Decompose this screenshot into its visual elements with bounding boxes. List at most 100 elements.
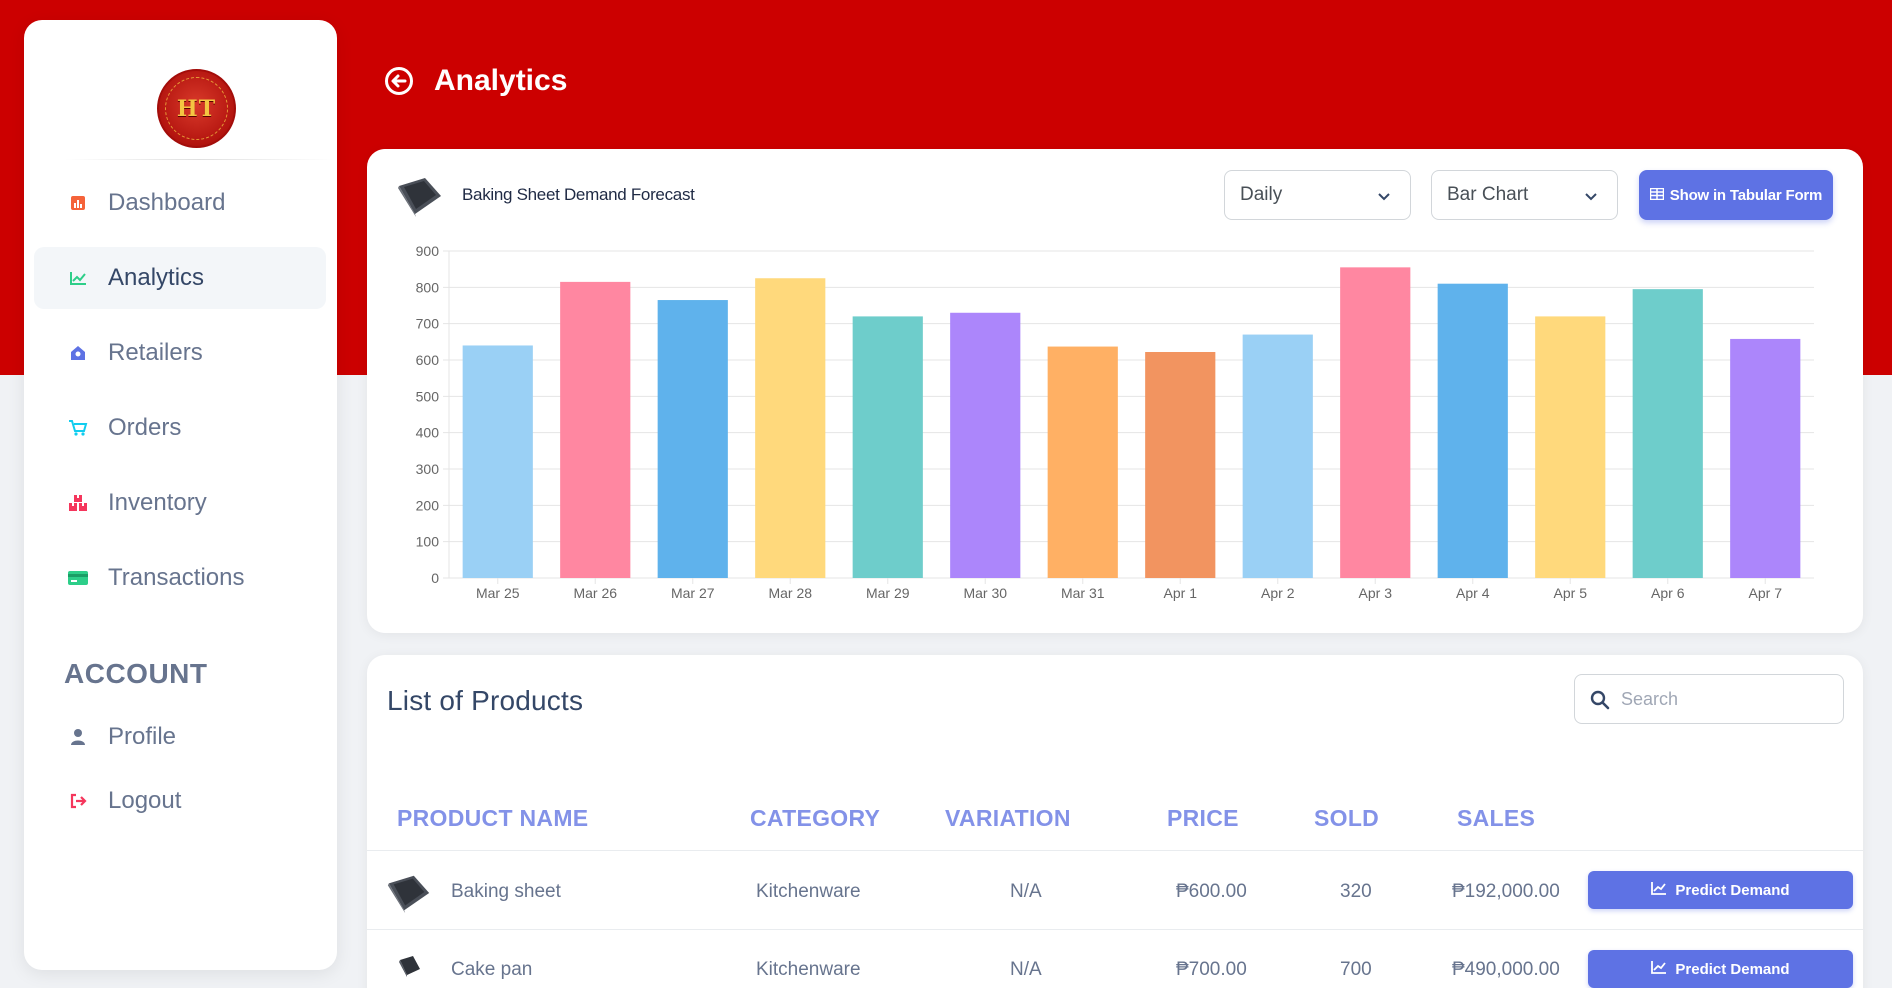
predict-demand-button[interactable]: Predict Demand	[1588, 950, 1853, 988]
column-header-category: CATEGORY	[750, 805, 881, 831]
bar-apr-5	[1535, 316, 1606, 578]
x-tick-label: Apr 3	[1359, 585, 1393, 601]
y-tick-label: 200	[416, 497, 440, 513]
demand-forecast-card: Baking Sheet Demand Forecast Daily Bar C…	[367, 149, 1863, 633]
line-chart-icon	[66, 266, 90, 290]
sidebar-item-label: Dashboard	[108, 189, 226, 216]
products-card: List of Products PRODUCT NAME CATEGORY V…	[367, 655, 1863, 988]
bar-apr-7	[1730, 338, 1801, 578]
sidebar-item-retailers[interactable]: Retailers	[34, 322, 326, 384]
bar-mar-31	[1047, 346, 1118, 578]
x-tick-label: Apr 1	[1164, 585, 1198, 601]
y-tick-label: 100	[416, 534, 440, 550]
boxes-icon	[66, 491, 90, 515]
bar-mar-25	[462, 345, 533, 578]
cake-pan-thumbnail	[397, 953, 423, 984]
company-logo[interactable]: HT	[157, 69, 236, 148]
x-tick-label: Apr 4	[1456, 585, 1490, 601]
row-divider	[367, 929, 1863, 930]
x-tick-label: Mar 26	[573, 585, 617, 601]
sidebar-item-dashboard[interactable]: Dashboard	[34, 172, 326, 234]
product-category: Kitchenware	[756, 959, 861, 980]
product-price: ₱700.00	[1176, 959, 1247, 980]
bar-mar-27	[657, 300, 728, 578]
bar-mar-28	[755, 278, 826, 578]
sidebar-item-label: Orders	[108, 414, 182, 441]
y-tick-label: 600	[416, 352, 440, 368]
product-sold: 700	[1340, 959, 1372, 980]
bar-apr-6	[1632, 289, 1703, 578]
x-tick-label: Apr 5	[1554, 585, 1588, 601]
sidebar-item-orders[interactable]: Orders	[34, 397, 326, 459]
sidebar-item-transactions[interactable]: Transactions	[34, 547, 326, 609]
bar-chart-icon	[66, 191, 90, 215]
x-tick-label: Mar 31	[1061, 585, 1105, 601]
user-icon	[66, 725, 90, 749]
y-tick-label: 900	[416, 243, 440, 259]
sidebar-item-label: Logout	[108, 787, 182, 814]
sidebar-item-label: Analytics	[108, 264, 205, 291]
search-input[interactable]	[1621, 675, 1836, 723]
sidebar-item-label: Retailers	[108, 339, 203, 366]
product-category: Kitchenware	[756, 881, 861, 902]
cart-icon	[66, 416, 90, 440]
sidebar-item-label: Transactions	[108, 564, 245, 591]
x-tick-label: Mar 27	[671, 585, 715, 601]
demand-bar-chart: 0 100 200 300 400 500 600 700 800 900 Mar 25 Mar 26…	[416, 243, 1814, 601]
bar-mar-26	[560, 281, 631, 578]
column-header-sales: SALES	[1457, 805, 1536, 831]
x-tick-label: Mar 29	[866, 585, 910, 601]
baking-sheet-thumbnail	[385, 871, 433, 920]
logo-ring	[165, 77, 228, 140]
column-header-variation: VARIATION	[945, 805, 1071, 831]
search-box[interactable]	[1574, 674, 1844, 724]
line-chart-icon	[1651, 960, 1667, 978]
x-tick-label: Apr 2	[1261, 585, 1295, 601]
products-title: List of Products	[387, 685, 584, 716]
y-tick-label: 300	[416, 461, 440, 477]
back-arrow-icon[interactable]	[384, 66, 414, 96]
predict-demand-label: Predict Demand	[1675, 881, 1790, 899]
row-divider	[367, 850, 1863, 851]
product-sales: ₱192,000.00	[1452, 881, 1560, 902]
page-title: Analytics	[434, 64, 568, 97]
bar-apr-4	[1437, 283, 1508, 578]
product-name: Cake pan	[451, 959, 533, 980]
bar-apr-2	[1242, 334, 1313, 578]
bar-mar-30	[950, 312, 1021, 578]
store-icon	[66, 341, 90, 365]
x-tick-label: Mar 25	[476, 585, 520, 601]
column-header-product-name: PRODUCT NAME	[397, 805, 589, 831]
x-tick-label: Apr 6	[1651, 585, 1685, 601]
logout-icon	[66, 789, 90, 813]
column-header-price: PRICE	[1167, 805, 1239, 831]
y-tick-label: 700	[416, 316, 440, 332]
sidebar-divider	[64, 159, 334, 160]
product-price: ₱600.00	[1176, 881, 1247, 902]
sidebar-item-logout[interactable]: Logout	[34, 770, 326, 832]
product-sales: ₱490,000.00	[1452, 959, 1560, 980]
y-tick-label: 400	[416, 425, 440, 441]
y-tick-label: 0	[431, 570, 439, 586]
sidebar: HT Dashboard Analytics Retailers Orders …	[24, 20, 337, 970]
y-tick-label: 500	[416, 388, 440, 404]
x-tick-label: Mar 30	[963, 585, 1007, 601]
sidebar-item-profile[interactable]: Profile	[34, 706, 326, 768]
predict-demand-button[interactable]: Predict Demand	[1588, 871, 1853, 909]
bar-apr-1	[1145, 352, 1216, 578]
x-tick-label: Apr 7	[1749, 585, 1783, 601]
search-icon	[1590, 690, 1610, 715]
bar-mar-29	[852, 316, 923, 578]
line-chart-icon	[1651, 881, 1667, 899]
bar-apr-3	[1340, 267, 1411, 578]
sidebar-item-inventory[interactable]: Inventory	[34, 472, 326, 534]
card-icon	[66, 566, 90, 590]
column-header-sold: SOLD	[1314, 805, 1380, 831]
product-sold: 320	[1340, 881, 1372, 902]
x-tick-label: Mar 28	[768, 585, 812, 601]
sidebar-item-label: Profile	[108, 723, 177, 750]
predict-demand-label: Predict Demand	[1675, 960, 1790, 978]
sidebar-item-analytics[interactable]: Analytics	[34, 247, 326, 309]
account-section-title: ACCOUNT	[64, 658, 208, 689]
product-name: Baking sheet	[451, 881, 561, 902]
